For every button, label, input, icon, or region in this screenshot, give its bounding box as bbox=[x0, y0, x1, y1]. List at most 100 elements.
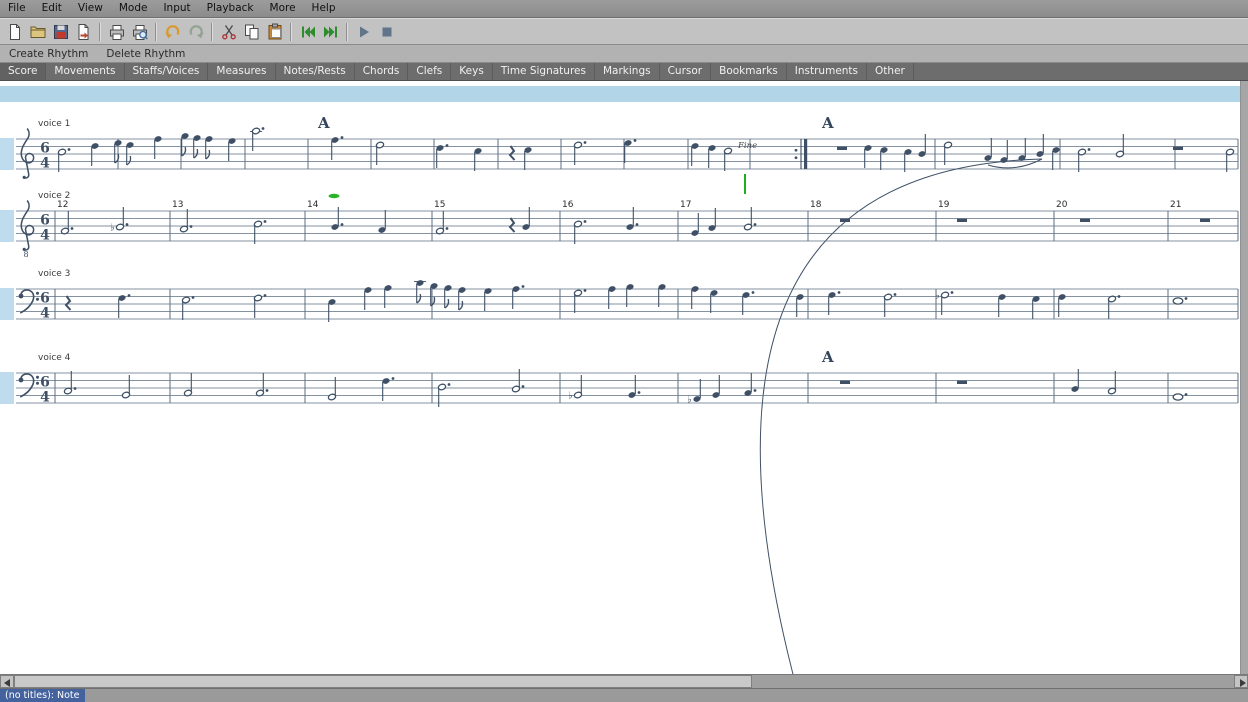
scrollbar-thumb[interactable] bbox=[14, 675, 752, 688]
tab-other[interactable]: Other bbox=[867, 63, 914, 80]
menu-more[interactable]: More bbox=[262, 0, 304, 17]
undo-icon bbox=[164, 23, 182, 41]
whole-rest[interactable] bbox=[1173, 147, 1183, 150]
delete-rhythm-button[interactable]: Delete Rhythm bbox=[97, 47, 194, 61]
paste-button[interactable] bbox=[263, 20, 286, 43]
print-icon bbox=[108, 23, 126, 41]
score-text: 12 bbox=[57, 200, 68, 210]
copy-button[interactable] bbox=[240, 20, 263, 43]
quarter-rest[interactable] bbox=[510, 218, 515, 232]
staff-left-strip bbox=[0, 210, 14, 242]
scrollbar-track[interactable] bbox=[14, 675, 1234, 688]
tab-time-signatures[interactable]: Time Signatures bbox=[493, 63, 595, 80]
menu-edit[interactable]: Edit bbox=[34, 0, 70, 17]
stop-button[interactable] bbox=[375, 20, 398, 43]
toolbar-separator bbox=[99, 23, 101, 41]
new-button[interactable] bbox=[3, 20, 26, 43]
whole-rest[interactable] bbox=[957, 381, 967, 384]
skip-to-end-button[interactable] bbox=[319, 20, 342, 43]
skip-to-start-icon bbox=[299, 23, 317, 41]
whole-rest[interactable] bbox=[840, 219, 850, 222]
scroll-left-button[interactable] bbox=[0, 675, 14, 688]
quarter-rest[interactable] bbox=[510, 146, 515, 160]
score-text: 14 bbox=[307, 200, 319, 210]
tab-instruments[interactable]: Instruments bbox=[787, 63, 867, 80]
scroll-right-button[interactable] bbox=[1234, 675, 1248, 688]
quarter-rest[interactable] bbox=[66, 296, 71, 310]
print-preview-button[interactable] bbox=[128, 20, 151, 43]
whole-rest[interactable] bbox=[840, 381, 850, 384]
whole-rest[interactable] bbox=[1080, 219, 1090, 222]
export-button[interactable] bbox=[72, 20, 95, 43]
redo-button[interactable] bbox=[184, 20, 207, 43]
whole-rest[interactable] bbox=[1200, 219, 1210, 222]
bass-clef-icon bbox=[19, 374, 39, 397]
skip-to-end-icon bbox=[322, 23, 340, 41]
print-button[interactable] bbox=[105, 20, 128, 43]
note[interactable] bbox=[1173, 298, 1183, 304]
score-text: 18 bbox=[810, 200, 822, 210]
staff-voice-3[interactable]: voice 364♭ bbox=[0, 269, 1238, 322]
note[interactable] bbox=[1173, 394, 1183, 400]
score-text: 6 bbox=[40, 375, 50, 391]
redo-icon bbox=[187, 23, 205, 41]
stop-icon bbox=[378, 23, 396, 41]
tab-measures[interactable]: Measures bbox=[208, 63, 275, 80]
score-text: ♭ bbox=[935, 291, 940, 302]
staff-voice-2[interactable]: voice 286412131415161718192021♭ bbox=[0, 191, 1238, 259]
skip-to-start-button[interactable] bbox=[296, 20, 319, 43]
menu-input[interactable]: Input bbox=[155, 0, 198, 17]
create-rhythm-button[interactable]: Create Rhythm bbox=[0, 47, 97, 61]
staff-left-strip bbox=[0, 372, 14, 404]
score-text: 6 bbox=[40, 213, 50, 229]
tab-chords[interactable]: Chords bbox=[355, 63, 409, 80]
score-canvas[interactable]: voice 164AAFinevoice 2864121314151617181… bbox=[0, 81, 1240, 674]
menu-view[interactable]: View bbox=[70, 0, 111, 17]
tab-bookmarks[interactable]: Bookmarks bbox=[711, 63, 787, 80]
menu-mode[interactable]: Mode bbox=[111, 0, 156, 17]
score-text: A bbox=[317, 114, 330, 132]
export-icon bbox=[75, 23, 93, 41]
bass-clef-icon bbox=[19, 290, 39, 313]
score-text: 20 bbox=[1056, 200, 1068, 210]
whole-rest[interactable] bbox=[837, 147, 847, 150]
tab-clefs[interactable]: Clefs bbox=[408, 63, 451, 80]
tab-staffs-voices[interactable]: Staffs/Voices bbox=[125, 63, 209, 80]
play-button[interactable] bbox=[352, 20, 375, 43]
whole-rest[interactable] bbox=[957, 219, 967, 222]
score-text: 15 bbox=[434, 200, 445, 210]
score-text: 6 bbox=[40, 141, 50, 157]
staff-voice-4[interactable]: voice 464♭♭A bbox=[0, 348, 1238, 407]
score-text: 8 bbox=[24, 250, 29, 259]
copy-icon bbox=[243, 23, 261, 41]
cut-button[interactable] bbox=[217, 20, 240, 43]
toolbar-separator bbox=[290, 23, 292, 41]
score-text: ♭ bbox=[687, 395, 692, 406]
score-text: Fine bbox=[737, 141, 757, 151]
save-button[interactable] bbox=[49, 20, 72, 43]
tab-notes-rests[interactable]: Notes/Rests bbox=[276, 63, 355, 80]
tab-markings[interactable]: Markings bbox=[595, 63, 660, 80]
scroll-right-arrow-icon bbox=[1240, 679, 1246, 687]
save-icon bbox=[52, 23, 70, 41]
score-text: ♭ bbox=[568, 391, 573, 402]
score-text: voice 3 bbox=[38, 269, 70, 279]
staff-left-strip bbox=[0, 138, 14, 170]
staff-left-strip bbox=[0, 288, 14, 320]
application-window: { "menu_bar": { "items": ["File","Edit",… bbox=[0, 0, 1248, 702]
menu-help[interactable]: Help bbox=[304, 0, 344, 17]
tab-keys[interactable]: Keys bbox=[451, 63, 493, 80]
play-icon bbox=[355, 23, 373, 41]
open-button[interactable] bbox=[26, 20, 49, 43]
score-text: voice 4 bbox=[38, 353, 71, 363]
selected-marking[interactable] bbox=[329, 194, 340, 198]
print-preview-icon bbox=[131, 23, 149, 41]
menu-playback[interactable]: Playback bbox=[199, 0, 262, 17]
tab-score[interactable]: Score bbox=[0, 63, 46, 80]
tab-movements[interactable]: Movements bbox=[46, 63, 124, 80]
treble-8-clef-icon: 8 bbox=[21, 201, 33, 260]
tab-cursor[interactable]: Cursor bbox=[660, 63, 712, 80]
canvas-row: voice 164AAFinevoice 2864121314151617181… bbox=[0, 81, 1248, 674]
undo-button[interactable] bbox=[161, 20, 184, 43]
menu-file[interactable]: File bbox=[0, 0, 34, 17]
